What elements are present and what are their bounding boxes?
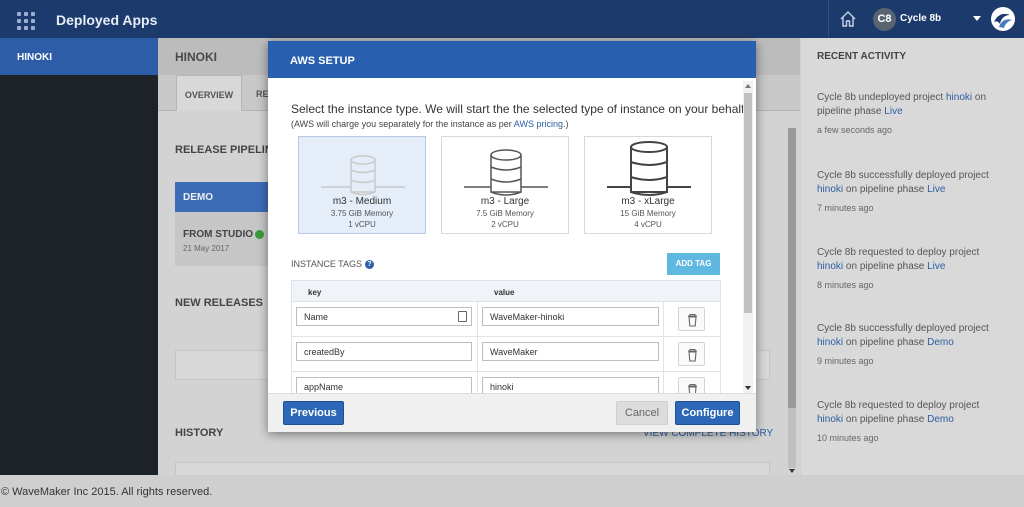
instance-cpu: 2 vCPU (491, 220, 519, 229)
top-bar: Deployed Apps C8 Cycle 8b (0, 0, 1024, 38)
instance-card-large[interactable]: m3 - Large 7.5 GiB Memory 2 vCPU (441, 136, 569, 234)
activity-project-link[interactable]: hinoki (817, 261, 843, 272)
tag-key-input[interactable]: createdBy (296, 342, 472, 361)
app-title: Deployed Apps (56, 12, 158, 28)
activity-item: Cycle 8b successfully deployed project h… (817, 322, 1002, 368)
delete-tag-button[interactable] (678, 342, 705, 366)
instance-name: m3 - xLarge (621, 196, 675, 207)
scroll-down-icon[interactable] (745, 386, 751, 390)
activity-item: Cycle 8b requested to deploy project hin… (817, 399, 1002, 445)
from-studio-label: FROM STUDIO (183, 229, 253, 240)
activity-item: Cycle 8b undeployed project hinoki on pi… (817, 91, 1002, 137)
activity-phase-link[interactable]: Live (927, 261, 945, 272)
activity-project-link[interactable]: hinoki (817, 184, 843, 195)
trash-icon (688, 383, 697, 393)
instance-cpu: 1 vCPU (348, 220, 376, 229)
wavemaker-logo-icon (990, 6, 1016, 32)
recent-activity-title: RECENT ACTIVITY (817, 51, 907, 62)
dialog-scrollbar[interactable] (743, 81, 753, 393)
key-icon (458, 311, 467, 322)
activity-item: Cycle 8b requested to deploy project hin… (817, 246, 1002, 292)
dialog-title: AWS SETUP (268, 41, 756, 78)
from-studio-date: 21 May 2017 (183, 244, 230, 253)
chevron-down-icon[interactable] (973, 16, 981, 21)
tag-value-input[interactable]: WaveMaker (482, 342, 659, 361)
activity-project-link[interactable]: hinoki (946, 92, 972, 103)
activity-time: a few seconds ago (817, 125, 893, 135)
activity-phase-link[interactable]: Live (884, 106, 902, 117)
scrollbar-thumb[interactable] (744, 93, 752, 313)
instance-memory: 7.5 GiB Memory (476, 209, 534, 218)
topbar-divider (828, 0, 829, 38)
delete-tag-button[interactable] (678, 377, 705, 393)
instance-memory: 15 GiB Memory (620, 209, 676, 218)
activity-phase-link[interactable]: Demo (927, 414, 954, 425)
history-heading: HISTORY (175, 427, 224, 439)
table-row: Name WaveMaker-hinoki (291, 302, 721, 337)
cancel-button[interactable]: Cancel (616, 401, 668, 425)
activity-time: 7 minutes ago (817, 203, 874, 213)
aws-pricing-link[interactable]: AWS pricing (514, 119, 563, 129)
tag-key-input[interactable]: appName (296, 377, 472, 393)
user-name[interactable]: Cycle 8b (900, 13, 941, 24)
instance-card-xlarge[interactable]: m3 - xLarge 15 GiB Memory 4 vCPU (584, 136, 712, 234)
help-icon[interactable]: ? (365, 260, 375, 269)
dialog-body: Select the instance type. We will start … (268, 78, 756, 393)
pricing-note: (AWS will charge you separately for the … (291, 119, 569, 129)
activity-project-link[interactable]: hinoki (817, 337, 843, 348)
key-column-header: key (308, 288, 322, 297)
sidebar-item-hinoki[interactable]: HINOKI (0, 38, 158, 75)
activity-time: 9 minutes ago (817, 356, 874, 366)
instance-tags-label: INSTANCE TAGS? (291, 259, 375, 269)
delete-tag-button[interactable] (678, 307, 705, 331)
recent-activity-panel: RECENT ACTIVITY Cycle 8b undeployed proj… (800, 38, 1024, 475)
check-icon (255, 229, 264, 239)
project-title: HINOKI (175, 50, 217, 64)
release-pipeline-heading: RELEASE PIPELINE (175, 144, 281, 156)
activity-phase-link[interactable]: Demo (927, 337, 954, 348)
scroll-up-icon[interactable] (745, 84, 751, 88)
tab-releases[interactable]: RE (256, 75, 269, 111)
instance-name: m3 - Medium (332, 196, 392, 207)
value-column-header: value (494, 288, 515, 297)
table-row: appName hinoki (291, 372, 721, 393)
tag-value-input[interactable]: hinoki (482, 377, 659, 393)
trash-icon (688, 313, 697, 327)
instance-cpu: 4 vCPU (634, 220, 662, 229)
instance-name: m3 - Large (480, 196, 530, 207)
tab-overview[interactable]: OVERVIEW (176, 75, 242, 111)
demo-phase[interactable]: DEMO (175, 182, 275, 212)
instance-card-medium[interactable]: m3 - Medium 3.75 GiB Memory 1 vCPU (298, 136, 426, 234)
tags-table: key value Name WaveMaker-hinoki createdB… (291, 280, 721, 393)
new-releases-heading: NEW RELEASES (175, 297, 264, 309)
instance-memory: 3.75 GiB Memory (330, 209, 394, 218)
home-icon[interactable] (838, 9, 858, 29)
avatar[interactable]: C8 (873, 8, 896, 31)
trash-icon (688, 348, 697, 362)
aws-setup-dialog: AWS SETUP Select the instance type. We w… (268, 41, 756, 432)
activity-project-link[interactable]: hinoki (817, 414, 843, 425)
footer: © WaveMaker Inc 2015. All rights reserve… (0, 475, 1024, 507)
from-studio-card[interactable]: FROM STUDIO 21 May 2017 (175, 212, 275, 266)
tag-value-input[interactable]: WaveMaker-hinoki (482, 307, 659, 326)
apps-grid-icon[interactable] (17, 12, 35, 30)
instance-intro-text: Select the instance type. We will start … (291, 102, 748, 116)
activity-phase-link[interactable]: Live (927, 184, 945, 195)
activity-time: 10 minutes ago (817, 433, 879, 443)
configure-button[interactable]: Configure (675, 401, 740, 425)
sidebar: HINOKI (0, 38, 158, 475)
dialog-footer: Previous Cancel Configure (268, 393, 756, 432)
activity-item: Cycle 8b successfully deployed project h… (817, 169, 1002, 215)
table-row: createdBy WaveMaker (291, 337, 721, 372)
scroll-down-icon[interactable] (789, 469, 795, 473)
activity-time: 8 minutes ago (817, 280, 874, 290)
add-tag-button[interactable]: ADD TAG (667, 253, 720, 275)
previous-button[interactable]: Previous (283, 401, 344, 425)
main-scrollbar[interactable] (788, 128, 796, 473)
tags-table-header: key value (291, 280, 721, 302)
tag-key-input[interactable]: Name (296, 307, 472, 326)
